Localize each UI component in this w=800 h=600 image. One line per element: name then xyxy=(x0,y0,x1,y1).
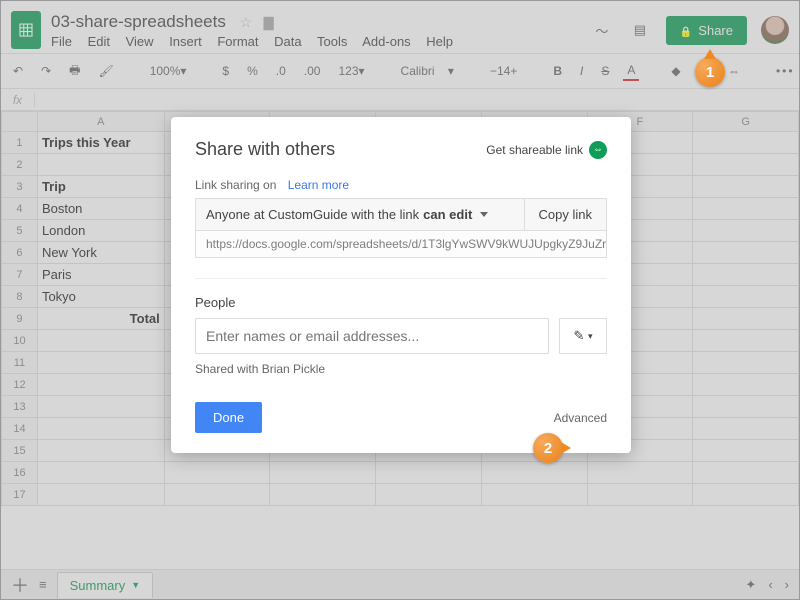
divider xyxy=(195,278,607,279)
permission-selector[interactable]: ✎ ▾ xyxy=(559,318,607,354)
callout-2: 2 xyxy=(533,433,563,463)
done-button[interactable]: Done xyxy=(195,402,262,433)
share-url[interactable]: https://docs.google.com/spreadsheets/d/1… xyxy=(195,231,607,258)
chevron-down-icon xyxy=(480,212,488,217)
get-shareable-link[interactable]: Get shareable link ⇔ xyxy=(486,141,607,159)
dialog-title: Share with others xyxy=(195,139,335,160)
learn-more-link[interactable]: Learn more xyxy=(288,178,349,192)
link-permission-dropdown[interactable]: Anyone at CustomGuide with the link can … xyxy=(196,199,525,230)
copy-link-button[interactable]: Copy link xyxy=(525,199,606,230)
people-input[interactable] xyxy=(195,318,549,354)
link-sharing-status: Link sharing on xyxy=(195,178,276,192)
advanced-link[interactable]: Advanced xyxy=(554,411,607,425)
pencil-icon: ✎ xyxy=(573,328,584,344)
shared-with-text: Shared with Brian Pickle xyxy=(195,362,607,376)
callout-1: 1 xyxy=(695,57,725,87)
people-label: People xyxy=(195,295,607,310)
link-icon: ⇔ xyxy=(589,141,607,159)
share-dialog: Share with others Get shareable link ⇔ L… xyxy=(171,117,631,453)
